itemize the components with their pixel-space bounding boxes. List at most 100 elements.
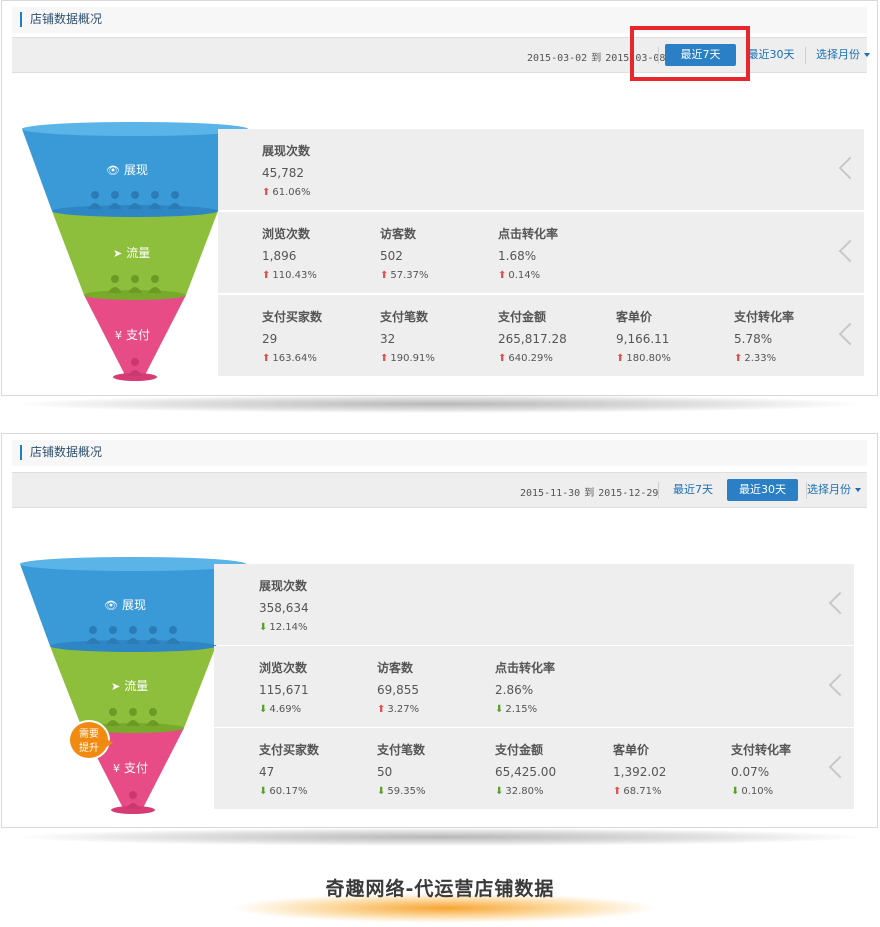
arrow-down-icon: ⬇ <box>495 786 504 797</box>
needs-improvement-badge: 需要 提升 <box>68 720 110 760</box>
date-start: 2015-03-02 <box>527 53 588 64</box>
metric: 支付笔数 32 ⬆ 190.91% <box>380 308 495 366</box>
chevron-left-icon[interactable] <box>834 238 854 268</box>
metric: 展现次数 358,634 ⬇ 12.14% <box>259 577 374 635</box>
last-7-days-button[interactable]: 最近7天 <box>668 479 718 501</box>
funnel-top-rim <box>20 557 246 571</box>
metric-change-value: 2.15% <box>505 704 538 715</box>
metric-value: 69,855 <box>377 683 419 697</box>
divider <box>658 482 659 499</box>
arrow-up-icon: ⬆ <box>498 353 507 364</box>
metric-label: 展现次数 <box>262 144 311 158</box>
chevron-left-icon[interactable] <box>824 590 844 620</box>
metric-change: ⬆ 68.71% <box>613 785 728 799</box>
metric-change: ⬆ 57.37% <box>380 269 495 283</box>
metric-label: 支付笔数 <box>380 310 429 324</box>
caret-down-icon <box>855 488 861 492</box>
metric-change: ⬇ 59.35% <box>377 785 492 799</box>
metric: 支付买家数 29 ⬆ 163.64% <box>262 308 377 366</box>
metric: 浏览次数 1,896 ⬆ 110.43% <box>262 225 377 283</box>
metric-change-value: 0.14% <box>508 270 541 281</box>
cursor-icon: ➤ <box>111 680 121 693</box>
metric: 支付转化率 5.78% ⬆ 2.33% <box>734 308 849 366</box>
panel-header: 店铺数据概况 <box>12 440 867 466</box>
funnel-label-traffic: ➤ 流量 <box>113 246 151 260</box>
metric-label: 支付笔数 <box>377 743 426 757</box>
metric-label: 点击转化率 <box>498 227 559 241</box>
metric-change: ⬆ 61.06% <box>262 186 377 200</box>
funnel-label-payment: ¥ 支付 <box>113 761 149 775</box>
metric-label: 支付金额 <box>495 743 544 757</box>
badge-pointer <box>105 738 113 748</box>
metric-label: 支付买家数 <box>262 310 323 324</box>
month-select[interactable]: 选择月份 <box>807 479 861 501</box>
arrow-up-icon: ⬆ <box>262 270 271 281</box>
panel-shadow <box>20 395 860 413</box>
metric-label: 访客数 <box>380 227 417 241</box>
metric-value: 45,782 <box>262 166 304 180</box>
metric-change: ⬆ 163.64% <box>262 352 377 366</box>
month-select[interactable]: 选择月份 <box>816 44 870 66</box>
metric-label: 浏览次数 <box>259 661 308 675</box>
chevron-left-icon[interactable] <box>824 754 844 784</box>
date-separator: 到 <box>584 488 595 499</box>
panel-shadow <box>20 828 860 846</box>
metric-label: 展现次数 <box>259 579 308 593</box>
funnel-label-display: 👁 展现 <box>104 598 146 612</box>
metric: 客单价 9,166.11 ⬆ 180.80% <box>616 308 731 366</box>
last-30-days-button[interactable]: 最近30天 <box>727 479 798 501</box>
metric-change-value: 180.80% <box>626 353 671 364</box>
metric-change-value: 110.43% <box>272 270 317 281</box>
chevron-left-icon[interactable] <box>834 155 854 185</box>
yen-icon: ¥ <box>115 329 122 342</box>
funnel-top-rim <box>22 122 248 136</box>
metric-change-value: 190.91% <box>390 353 435 364</box>
divider <box>805 47 806 64</box>
arrow-up-icon: ⬆ <box>613 786 622 797</box>
metric-change: ⬇ 32.80% <box>495 785 610 799</box>
metric-value: 1.68% <box>498 249 537 263</box>
metric-change: ⬆ 110.43% <box>262 269 377 283</box>
metric-label: 支付转化率 <box>734 310 795 324</box>
metric: 点击转化率 2.86% ⬇ 2.15% <box>495 659 610 717</box>
chevron-left-icon[interactable] <box>824 672 844 702</box>
arrow-down-icon: ⬇ <box>259 786 268 797</box>
metric-change-value: 12.14% <box>269 622 308 633</box>
highlight-annotation <box>630 26 750 81</box>
eye-icon: 👁 <box>106 164 120 177</box>
metric: 支付笔数 50 ⬇ 59.35% <box>377 741 492 799</box>
chevron-left-icon[interactable] <box>834 321 854 351</box>
date-separator: 到 <box>591 53 602 64</box>
arrow-up-icon: ⬆ <box>380 353 389 364</box>
last-30-days-button[interactable]: 最近30天 <box>746 44 796 66</box>
metric-label: 支付金额 <box>498 310 547 324</box>
arrow-up-icon: ⬆ <box>616 353 625 364</box>
metric-label: 访客数 <box>377 661 414 675</box>
arrow-up-icon: ⬆ <box>734 353 743 364</box>
metric-label: 点击转化率 <box>495 661 556 675</box>
metric-change: ⬆ 0.14% <box>498 269 613 283</box>
yen-icon: ¥ <box>113 762 120 775</box>
metric-value: 115,671 <box>259 683 309 697</box>
metric: 点击转化率 1.68% ⬆ 0.14% <box>498 225 613 283</box>
date-range: 2015-11-30 到 2015-12-29 <box>520 484 658 499</box>
metric: 访客数 69,855 ⬆ 3.27% <box>377 659 492 717</box>
metrics-row-display: 展现次数 358,634 ⬇ 12.14% <box>214 564 854 645</box>
metric-value: 1,392.02 <box>613 765 667 779</box>
metric-change: ⬆ 2.33% <box>734 352 849 366</box>
metric-change: ⬇ 0.10% <box>731 785 846 799</box>
metric: 客单价 1,392.02 ⬆ 68.71% <box>613 741 728 799</box>
metric-change: ⬇ 12.14% <box>259 621 374 635</box>
metric-value: 1,896 <box>262 249 297 263</box>
arrow-up-icon: ⬆ <box>377 704 386 715</box>
footer-caption: 奇趣网络-代运营店铺数据 <box>325 878 555 900</box>
metric-label: 客单价 <box>613 743 650 757</box>
metric: 访客数 502 ⬆ 57.37% <box>380 225 495 283</box>
metric-value: 47 <box>259 765 275 779</box>
metric-value: 2.86% <box>495 683 534 697</box>
funnel-label-traffic: ➤ 流量 <box>111 679 149 693</box>
metrics-row-traffic: 浏览次数 115,671 ⬇ 4.69% 访客数 69,855 ⬆ 3.27% 点击转化率 2.8… <box>214 646 854 727</box>
date-start: 2015-11-30 <box>520 488 581 499</box>
metric-change-value: 32.80% <box>505 786 544 797</box>
metrics-row-traffic: 浏览次数 1,896 ⬆ 110.43% 访客数 502 ⬆ 57.37% 点击转化率 1.68%… <box>218 212 864 293</box>
